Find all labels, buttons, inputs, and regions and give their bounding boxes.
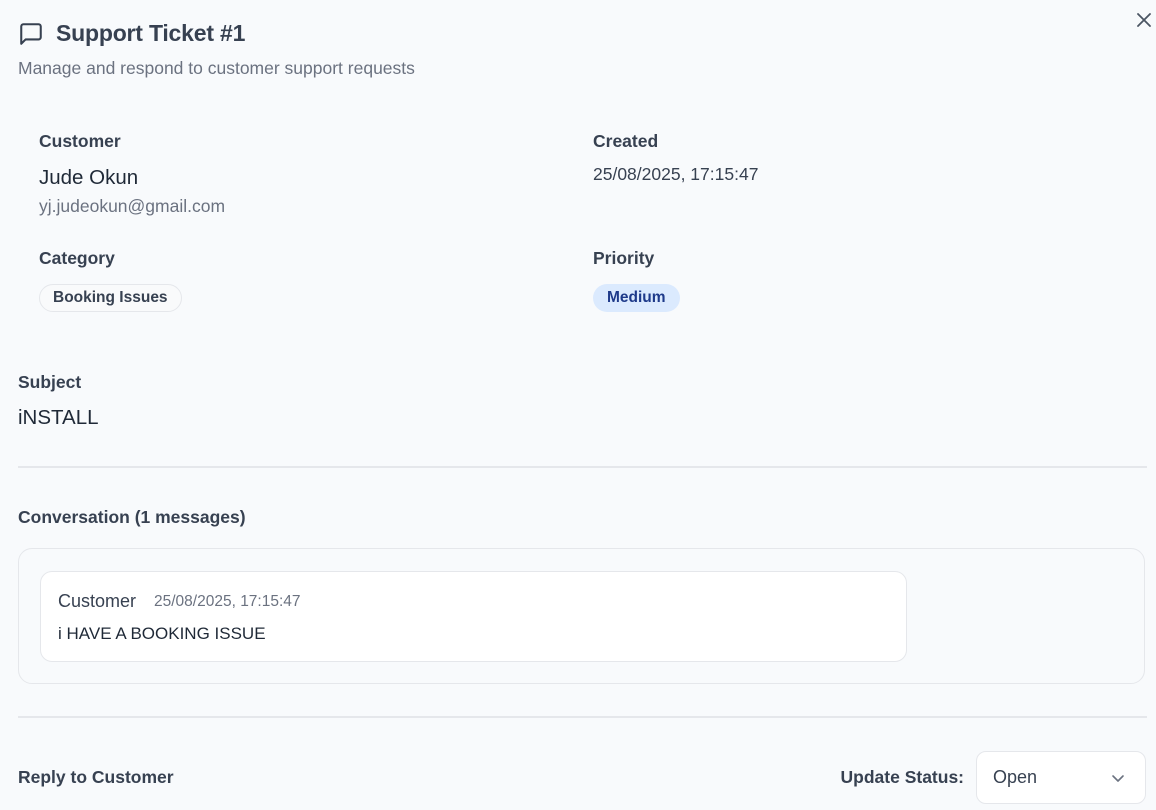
message-sender: Customer [58, 591, 137, 611]
status-select[interactable]: Open [976, 751, 1146, 804]
conversation-panel[interactable]: Customer 25/08/2025, 17:15:47 i HAVE A B… [18, 548, 1145, 684]
customer-email: yj.judeokun@gmail.com [39, 196, 226, 216]
reply-title: Reply to Customer [18, 767, 174, 787]
message-timestamp: 25/08/2025, 17:15:47 [154, 593, 301, 610]
customer-name: Jude Okun [39, 166, 139, 189]
created-value: 25/08/2025, 17:15:47 [593, 164, 759, 184]
message-card: Customer 25/08/2025, 17:15:47 i HAVE A B… [40, 571, 907, 662]
created-label: Created [593, 131, 659, 151]
support-ticket-dialog: Support Ticket #1 Manage and respond to … [0, 0, 1156, 810]
conversation-title: Conversation (1 messages) [18, 507, 246, 527]
priority-label: Priority [593, 248, 655, 268]
dialog-header: Support Ticket #1 [18, 20, 245, 47]
subject-value: iNSTALL [18, 406, 99, 429]
dialog-subtitle: Manage and respond to customer support r… [18, 58, 415, 78]
message-square-icon [18, 21, 44, 47]
category-label: Category [39, 248, 115, 268]
message-body: i HAVE A BOOKING ISSUE [58, 624, 266, 643]
chevron-down-icon [1112, 774, 1124, 782]
close-icon [1137, 13, 1151, 27]
divider [18, 716, 1147, 718]
subject-label: Subject [18, 372, 82, 392]
category-badge: Booking Issues [39, 284, 182, 312]
customer-label: Customer [39, 131, 121, 151]
close-button[interactable] [1134, 10, 1154, 30]
divider [18, 466, 1147, 468]
priority-badge: Medium [593, 284, 680, 312]
dialog-title: Support Ticket #1 [56, 20, 246, 46]
update-status-label: Update Status: [840, 767, 964, 787]
status-select-value: Open [993, 767, 1038, 787]
